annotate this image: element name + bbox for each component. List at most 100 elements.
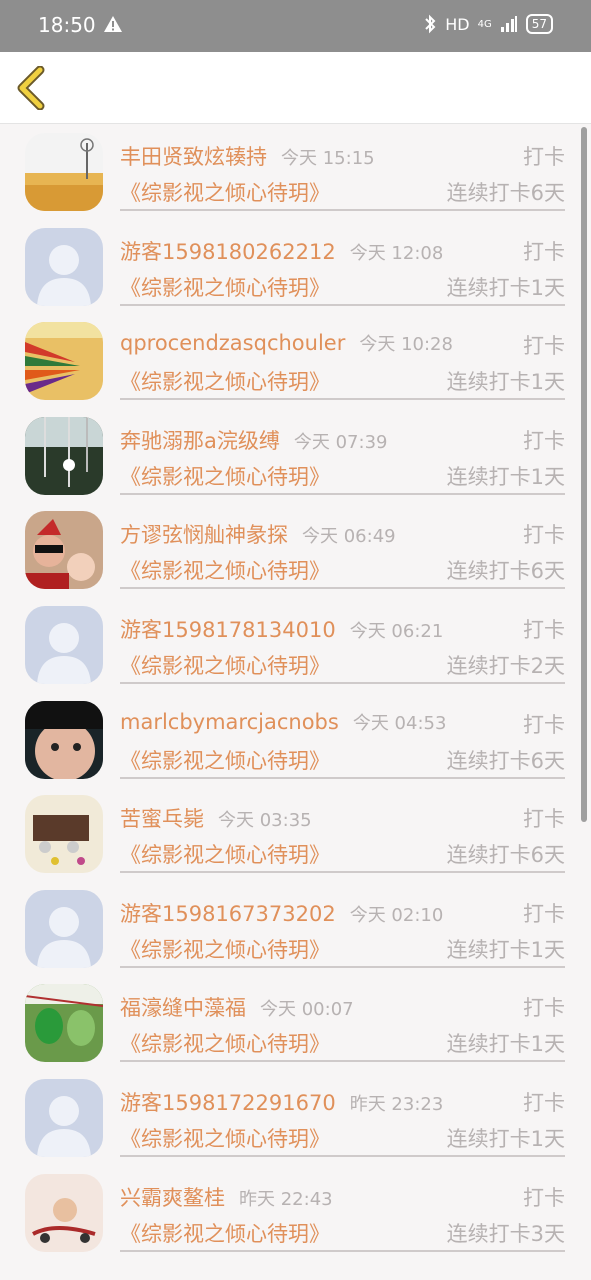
user-name: 游客1598180262212 今天 12:08 [120,239,444,264]
checkin-time: 昨天 22:43 [239,1188,333,1210]
checkin-label: 打卡 [523,239,565,264]
book-title[interactable]: 《综影视之倾心待玥》 [120,461,330,491]
checkin-time: 今天 02:10 [349,904,444,926]
avatar[interactable] [25,984,103,1063]
checkin-time: 今天 07:39 [293,431,388,453]
user-name: 兴霸爽鳌桂 昨天 22:43 [120,1185,333,1210]
book-title[interactable]: 《综影视之倾心待玥》 [120,555,330,585]
battery-indicator: 57 [525,14,553,34]
status-time: 18:50 [38,13,96,37]
avatar[interactable] [25,795,103,874]
book-title[interactable]: 《综影视之倾心待玥》 [120,1028,330,1058]
streak-label: 连续打卡6天 [446,748,565,773]
list-item[interactable]: 游客1598172291670 昨天 23:23 打卡 《综影视之倾心待玥》 连续… [0,1071,591,1165]
status-bar: 18:50 HD 4G 57 [0,0,591,52]
book-title[interactable]: 《综影视之倾心待玥》 [120,934,330,964]
checkin-list: 丰田贤致炫辏持 今天 15:15 打卡 《综影视之倾心待玥》 连续打卡6天 游客1… [0,125,591,1280]
divider [120,1249,565,1252]
list-item[interactable]: 福濠缝中藻福 今天 00:07 打卡 《综影视之倾心待玥》 连续打卡1天 [0,976,591,1070]
checkin-label: 打卡 [523,334,565,359]
divider [120,776,565,779]
status-icons: HD 4G 57 [423,14,553,34]
list-item[interactable]: 兴霸爽鳌桂 昨天 22:43 打卡 《综影视之倾心待玥》 连续打卡3天 [0,1166,591,1260]
checkin-label: 打卡 [523,618,565,642]
streak-label: 连续打卡1天 [446,275,565,300]
user-name: 方谬弦悯舢神彖探 今天 06:49 [120,523,396,548]
user-name: qprocendzasqchouler 今天 10:28 [120,331,453,356]
signal-icon [500,16,517,32]
list-item[interactable]: marlcbymarcjacnobs 今天 04:53 打卡 《综影视之倾心待玥》… [0,693,591,787]
checkin-label: 打卡 [523,1091,565,1115]
checkin-label: 打卡 [523,901,565,926]
list-item[interactable]: qprocendzasqchouler 今天 10:28 打卡 《综影视之倾心待玥… [0,314,591,408]
checkin-label: 打卡 [523,145,565,169]
book-title[interactable]: 《综影视之倾心待玥》 [120,745,330,775]
divider [120,1155,565,1157]
checkin-time: 今天 06:21 [349,621,444,642]
list-item[interactable]: 苦蜜乓毙 今天 03:35 打卡 《综影视之倾心待玥》 连续打卡6天 [0,787,591,881]
checkin-label: 打卡 [523,712,565,737]
avatar[interactable] [25,700,103,779]
checkin-time: 今天 15:15 [281,148,375,169]
avatar[interactable] [25,322,103,401]
book-title[interactable]: 《综影视之倾心待玥》 [120,1123,330,1153]
streak-label: 连续打卡6天 [446,843,565,868]
avatar[interactable] [25,606,103,684]
list-item[interactable]: 游客1598180262212 今天 12:08 打卡 《综影视之倾心待玥》 连续… [0,220,591,314]
book-title[interactable]: 《综影视之倾心待玥》 [120,366,330,396]
avatar[interactable] [25,1079,103,1157]
avatar[interactable] [25,227,103,306]
checkin-time: 今天 04:53 [352,712,447,734]
streak-label: 连续打卡6天 [446,559,565,584]
avatar[interactable] [25,1173,103,1252]
checkin-label: 打卡 [523,996,565,1021]
checkin-label: 打卡 [523,807,565,832]
checkin-label: 打卡 [523,428,565,453]
avatar[interactable] [25,889,103,968]
divider [120,398,565,401]
list-item[interactable]: 丰田贤致炫辏持 今天 15:15 打卡 《综影视之倾心待玥》 连续打卡6天 [0,125,591,219]
checkin-time: 今天 12:08 [349,242,444,264]
streak-label: 连续打卡1天 [446,937,565,962]
user-name: 游客1598172291670 昨天 23:23 [120,1091,444,1115]
streak-label: 连续打卡2天 [446,654,565,678]
warning-icon [104,16,122,32]
signal-type: 4G [477,18,492,30]
divider [120,682,565,684]
book-title[interactable]: 《综影视之倾心待玥》 [120,1218,330,1248]
list-item[interactable]: 游客1598167373202 今天 02:10 打卡 《综影视之倾心待玥》 连续… [0,882,591,976]
divider [120,492,565,495]
avatar[interactable] [25,511,103,590]
user-name: 游客1598178134010 今天 06:21 [120,618,444,642]
avatar[interactable] [25,416,103,495]
list-item[interactable]: 奔驰溺那a浣级缚 今天 07:39 打卡 《综影视之倾心待玥》 连续打卡1天 [0,409,591,503]
book-title[interactable]: 《综影视之倾心待玥》 [120,177,330,207]
book-title[interactable]: 《综影视之倾心待玥》 [120,650,330,680]
divider [120,1060,565,1063]
streak-label: 连续打卡6天 [446,181,565,205]
divider [120,209,565,211]
streak-label: 连续打卡1天 [446,1127,565,1151]
book-title[interactable]: 《综影视之倾心待玥》 [120,272,330,302]
user-name: 福濠缝中藻福 今天 00:07 [120,996,354,1021]
list-item[interactable]: 方谬弦悯舢神彖探 今天 06:49 打卡 《综影视之倾心待玥》 连续打卡6天 [0,503,591,597]
book-title[interactable]: 《综影视之倾心待玥》 [120,839,330,869]
streak-label: 连续打卡3天 [446,1221,565,1246]
divider [120,965,565,968]
divider [120,871,565,874]
header [0,52,591,124]
checkin-time: 今天 10:28 [359,334,453,356]
streak-label: 连续打卡1天 [446,370,565,395]
scrollbar[interactable] [581,127,587,822]
checkin-label: 打卡 [523,1185,565,1210]
user-name: 奔驰溺那a浣级缚 今天 07:39 [120,428,388,453]
divider [120,303,565,306]
avatar[interactable] [25,133,103,211]
list-item[interactable]: 游客1598178134010 今天 06:21 打卡 《综影视之倾心待玥》 连续… [0,598,591,692]
user-name: 丰田贤致炫辏持 今天 15:15 [120,145,375,169]
checkin-time: 昨天 23:23 [349,1094,444,1115]
divider [120,587,565,590]
chevron-left-icon[interactable] [14,66,48,110]
checkin-time: 今天 03:35 [218,810,312,832]
streak-label: 连续打卡1天 [446,464,565,489]
